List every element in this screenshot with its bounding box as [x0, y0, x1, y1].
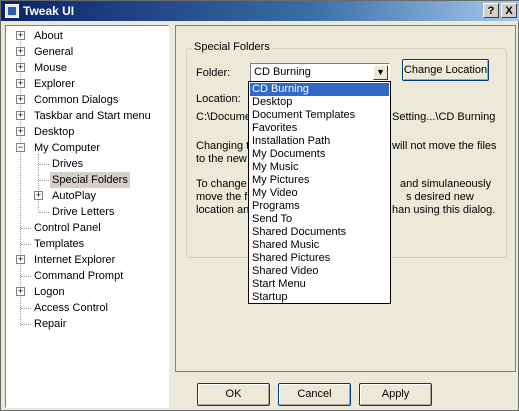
tree-item-label[interactable]: Common Dialogs: [32, 92, 120, 108]
dropdown-item[interactable]: Send To: [250, 213, 389, 226]
tree-item-label[interactable]: Control Panel: [32, 220, 103, 236]
location-label: Location:: [196, 93, 241, 105]
expand-icon[interactable]: +: [16, 255, 25, 264]
app-icon: [5, 4, 19, 18]
tree-connector: [38, 154, 39, 212]
tree-item-label[interactable]: Drives: [50, 156, 85, 172]
info-text: and simulaneously: [400, 178, 492, 190]
expand-icon[interactable]: +: [16, 47, 25, 56]
tree-item-label[interactable]: Special Folders: [50, 172, 130, 188]
tree-item-label[interactable]: About: [32, 28, 65, 44]
tree-item-label[interactable]: Drive Letters: [50, 204, 116, 220]
expand-icon[interactable]: +: [16, 63, 25, 72]
dropdown-item[interactable]: Shared Documents: [250, 226, 389, 239]
location-path-start: C:\Docume: [196, 111, 252, 123]
expand-icon[interactable]: +: [16, 111, 25, 120]
dropdown-item[interactable]: My Video: [250, 187, 389, 200]
info-text: move the f: [196, 191, 248, 203]
dropdown-item[interactable]: Desktop: [250, 96, 389, 109]
info-text: will not move the files: [392, 140, 497, 152]
expand-icon[interactable]: +: [34, 191, 43, 200]
tree-item-label[interactable]: Explorer: [32, 76, 77, 92]
tree-item-label[interactable]: Mouse: [32, 60, 69, 76]
tree-connector: [39, 212, 49, 213]
tree-item-label[interactable]: Internet Explorer: [32, 252, 117, 268]
info-text: han using this dialog.: [392, 204, 496, 216]
dropdown-item[interactable]: Shared Music: [250, 239, 389, 252]
dropdown-item[interactable]: CD Burning: [250, 83, 389, 96]
chevron-down-icon[interactable]: ▼: [373, 65, 388, 80]
tree-item-label[interactable]: AutoPlay: [50, 188, 98, 204]
dropdown-item[interactable]: Start Menu: [250, 278, 389, 291]
tree-item-label[interactable]: Command Prompt: [32, 268, 125, 284]
tree-item-label[interactable]: Access Control: [32, 300, 110, 316]
tree-item-label[interactable]: My Computer: [32, 140, 102, 156]
ok-button[interactable]: OK: [197, 383, 270, 406]
dropdown-item[interactable]: Installation Path: [250, 135, 389, 148]
dropdown-item[interactable]: Shared Pictures: [250, 252, 389, 265]
dropdown-item[interactable]: Shared Video: [250, 265, 389, 278]
tree-connector: [21, 244, 31, 245]
tree-item-label[interactable]: Desktop: [32, 124, 76, 140]
dropdown-item[interactable]: Startup: [250, 291, 389, 304]
expand-icon[interactable]: +: [16, 127, 25, 136]
tree-item-label[interactable]: General: [32, 44, 75, 60]
tweakui-window: Tweak UI ? X + About + General + Mouse +…: [0, 0, 519, 411]
settings-tree[interactable]: + About + General + Mouse + Explorer + C…: [5, 25, 169, 408]
group-title: Special Folders: [192, 41, 272, 53]
close-button[interactable]: X: [501, 3, 517, 18]
tree-item-label[interactable]: Templates: [32, 236, 86, 252]
info-text: s desired new: [406, 191, 474, 203]
info-text: to the new: [196, 153, 247, 165]
tree-connector: [39, 164, 49, 165]
dropdown-item[interactable]: My Pictures: [250, 174, 389, 187]
folder-dropdown-list[interactable]: CD Burning Desktop Document Templates Fa…: [248, 81, 391, 304]
folder-combobox[interactable]: CD Burning ▼: [250, 63, 390, 82]
apply-button[interactable]: Apply: [359, 383, 432, 406]
help-button[interactable]: ?: [483, 3, 499, 18]
tree-connector: [21, 276, 31, 277]
expand-icon[interactable]: +: [16, 79, 25, 88]
expand-icon[interactable]: +: [16, 95, 25, 104]
tree-item-label[interactable]: Repair: [32, 316, 68, 332]
expand-icon[interactable]: +: [16, 31, 25, 40]
dropdown-item[interactable]: My Documents: [250, 148, 389, 161]
change-location-button[interactable]: Change Location: [402, 59, 489, 81]
dropdown-item[interactable]: Programs: [250, 200, 389, 213]
dropdown-item[interactable]: Document Templates: [250, 109, 389, 122]
tree-item-label[interactable]: Logon: [32, 284, 67, 300]
info-text: location and: [196, 204, 256, 216]
dropdown-item[interactable]: Favorites: [250, 122, 389, 135]
info-text: Changing t: [196, 140, 250, 152]
tree-item-label[interactable]: Taskbar and Start menu: [32, 108, 153, 124]
tree-connector: [21, 228, 31, 229]
tree-connector: [39, 180, 49, 181]
title-bar[interactable]: Tweak UI ? X: [1, 1, 519, 21]
tree-connector: [21, 324, 31, 325]
folder-label: Folder:: [196, 67, 231, 79]
folder-combobox-value: CD Burning: [254, 66, 311, 78]
location-path-end: Setting...\CD Burning: [392, 111, 496, 123]
window-title: Tweak UI: [23, 4, 75, 18]
expand-icon[interactable]: +: [16, 287, 25, 296]
collapse-icon[interactable]: −: [16, 143, 25, 152]
dropdown-item[interactable]: My Music: [250, 161, 389, 174]
tree-connector: [21, 308, 31, 309]
info-text: To change: [196, 178, 247, 190]
cancel-button[interactable]: Cancel: [278, 383, 351, 406]
